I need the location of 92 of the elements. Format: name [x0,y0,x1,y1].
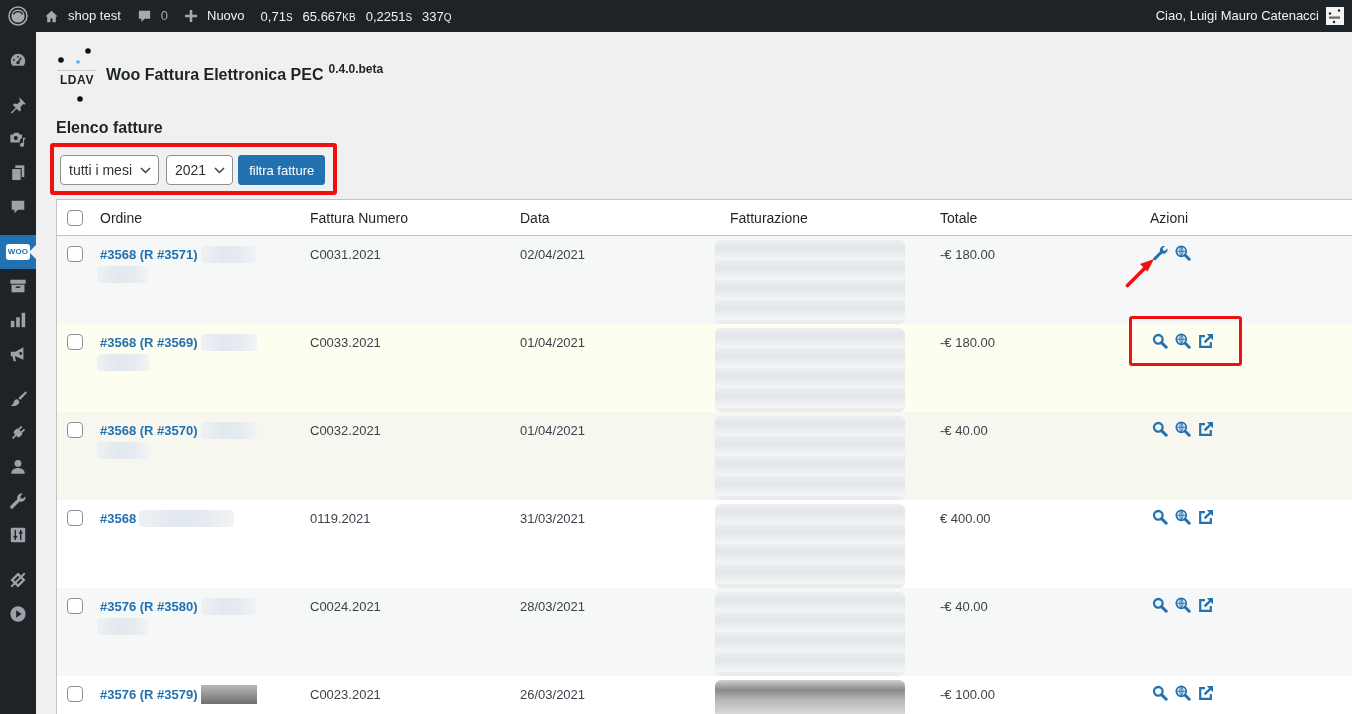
invoice-total: € 400.00 [940,511,991,526]
pin-icon [9,96,27,114]
new-content-link[interactable]: Nuovo [185,0,245,32]
invoice-date: 02/04/2021 [520,247,586,262]
invoice-number: C0031.2021 [310,247,381,262]
debug-stat-link[interactable]: 0,2251S [365,8,413,24]
gauge-icon [9,51,27,69]
filter-button[interactable]: filtra fatture [238,155,326,185]
version-label: 0.4.0.beta [328,62,384,76]
globe-magnifier-icon[interactable] [1175,333,1191,349]
invoice-total: -€ 180.00 [940,247,995,262]
search-icon[interactable] [1152,333,1168,349]
speech-bubble-icon [137,9,151,23]
debug-stat-link[interactable]: 337Q [422,8,452,24]
invoice-date: 28/03/2021 [520,599,586,614]
external-link-icon[interactable] [1198,333,1214,349]
order-link[interactable]: #3576 (R #3579) [100,685,198,704]
row-checkbox[interactable] [67,598,83,614]
sliders-icon [9,526,27,544]
invoice-date: 26/03/2021 [520,687,586,702]
row-checkbox[interactable] [67,334,83,350]
invoice-total: -€ 180.00 [940,335,995,350]
invoice-number: C0033.2021 [310,335,381,350]
year-select[interactable]: 2021 [166,155,234,185]
wrench-icon[interactable] [1152,245,1168,261]
search-icon[interactable] [1152,597,1168,613]
chevron-down-icon [214,166,226,174]
archive-box-icon [9,277,27,295]
globe-magnifier-icon[interactable] [1175,509,1191,525]
play-circle-icon [9,605,27,623]
column-header: Data [519,209,550,226]
globe-magnifier-icon[interactable] [1175,245,1191,261]
invoice-date: 01/04/2021 [520,335,586,350]
order-link[interactable]: #3576 (R #3580) [100,597,198,616]
invoice-number: C0032.2021 [310,423,381,438]
external-link-icon[interactable] [1198,685,1214,701]
invoice-total: -€ 100.00 [940,687,995,702]
bar-chart-icon [9,311,27,329]
invoice-total: -€ 40.00 [940,599,988,614]
globe-magnifier-icon[interactable] [1175,685,1191,701]
debug-stat-link[interactable]: 0,71S [260,8,293,24]
external-link-icon[interactable] [1198,421,1214,437]
select-all-checkbox[interactable] [67,209,83,226]
order-link[interactable]: #3568 (R #3571) [100,245,198,264]
invoice-number: C0024.2021 [310,599,381,614]
invoice-number: C0023.2021 [310,687,381,702]
account-link[interactable]: Ciao, Luigi Mauro Catenacci [1155,0,1344,32]
ldav-logo: LDAV [56,46,98,104]
wrench-icon [9,492,27,510]
order-link[interactable]: #3568 (R #3570) [100,421,198,440]
search-icon[interactable] [1152,509,1168,525]
external-link-icon[interactable] [1198,509,1214,525]
plugin-title: Woo Fattura Elettronica PEC [106,66,324,84]
row-checkbox[interactable] [67,422,83,438]
comments-link[interactable]: 0 [137,0,168,32]
debug-stat-link[interactable]: 65.667KB [302,8,356,24]
page-heading: Elenco fatture [56,118,163,138]
site-name-link[interactable]: shop test [45,0,121,32]
pages-icon [9,164,27,182]
search-icon[interactable] [1152,421,1168,437]
invoice-date: 01/04/2021 [520,423,586,438]
row-checkbox[interactable] [67,686,83,702]
speech-bubble-icon [9,198,27,216]
home-icon [45,9,58,23]
order-link[interactable]: #3568 (R #3569) [100,333,198,352]
invoice-total: -€ 40.00 [940,423,988,438]
column-header: Azioni [1149,209,1189,226]
column-header: Totale [939,209,978,226]
plus-icon [185,10,197,22]
column-header: Fatturazione [729,209,808,226]
row-checkbox[interactable] [67,510,83,526]
avatar-icon [1326,7,1344,25]
globe-magnifier-icon[interactable] [1175,597,1191,613]
column-header: Ordine [99,209,143,226]
globe-magnifier-icon[interactable] [1175,421,1191,437]
search-icon[interactable] [1152,685,1168,701]
invoice-date: 31/03/2021 [520,511,586,526]
month-select[interactable]: tutti i mesi [60,155,159,185]
chevron-down-icon [140,166,151,174]
column-header: Fattura Numero [309,209,409,226]
plug-icon [9,424,27,442]
circle-logo-icon[interactable] [8,6,28,26]
sidebar-menu-item[interactable]: WOO [0,235,36,269]
camera-note-icon [9,130,27,148]
external-link-icon[interactable] [1198,597,1214,613]
paintbrush-icon [9,390,27,408]
user-icon [9,458,27,476]
woo-logo: WOO [5,244,31,260]
crossed-diamond-icon [9,571,27,589]
order-link[interactable]: #3568 [100,509,137,528]
invoice-number: 0119.2021 [310,511,371,526]
row-checkbox[interactable] [67,246,83,262]
